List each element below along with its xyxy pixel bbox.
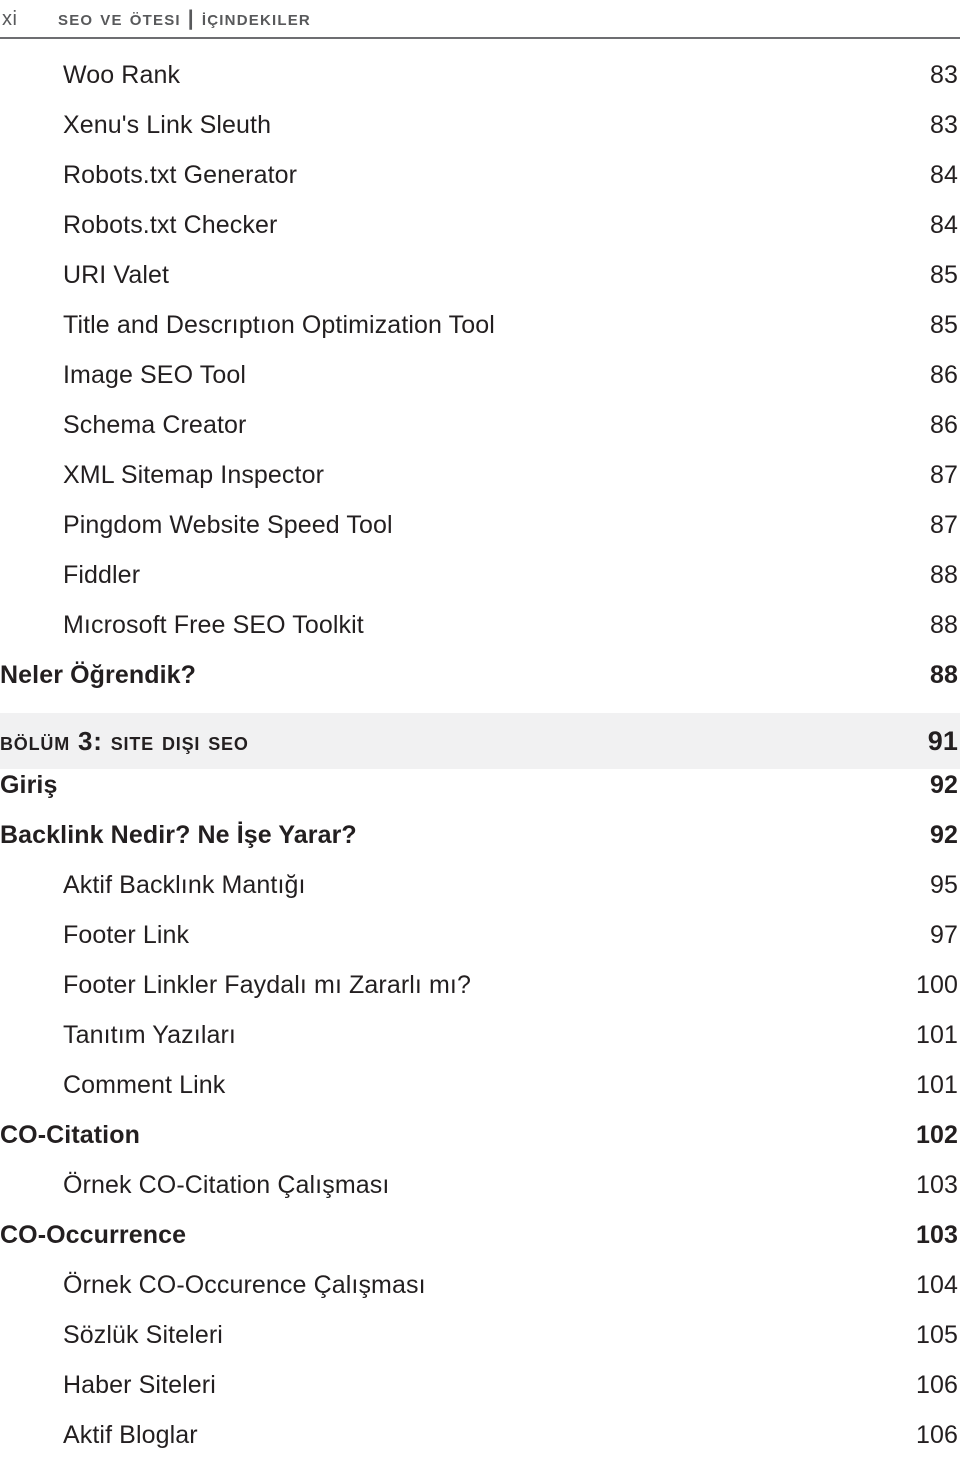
toc-entry-label: Aktif Bloglar xyxy=(63,1421,198,1449)
toc-entry-row: Örnek CO-Citation Çalışması 103 xyxy=(0,1171,960,1221)
toc-entry-page-number: 86 xyxy=(929,411,958,439)
toc-entry-label: Pingdom Website Speed Tool xyxy=(63,511,393,539)
toc-entry-row: Fiddler 88 xyxy=(0,561,960,611)
toc-entry-row: CO-Occurrence 103 xyxy=(0,1221,960,1271)
toc-entry-label: Xenu's Link Sleuth xyxy=(63,111,272,139)
toc-entry-label: Image SEO Tool xyxy=(63,361,246,389)
toc-entry-label: CO-Citation xyxy=(0,1121,140,1149)
toc-entry-label: Schema Creator xyxy=(63,411,247,439)
toc-chapter-title: Bölüm 3: Site Dışı SEO xyxy=(0,725,249,756)
header-title: SEO ve Ötesi | İçindekiler xyxy=(58,7,311,30)
toc-entry-row: Woo Rank 83 xyxy=(0,61,960,111)
toc-entry-row: Footer Linkler Faydalı mı Zararlı mı? 100 xyxy=(0,971,960,1021)
toc-entry-label: Sözlük Siteleri xyxy=(63,1321,223,1349)
toc-entry-row: Mıcrosoft Free SEO Toolkit 88 xyxy=(0,611,960,661)
running-header: xi SEO ve Ötesi | İçindekiler xyxy=(0,0,960,38)
toc-entry-label: Örnek CO-Citation Çalışması xyxy=(63,1171,390,1199)
folio-number: xi xyxy=(2,7,18,30)
toc-entry-row: Robots.txt Generator 84 xyxy=(0,161,960,211)
toc-entry-page-number: 103 xyxy=(915,1221,958,1249)
toc-entry-row: Sözlük Siteleri 105 xyxy=(0,1321,960,1371)
toc-entry-row: Image SEO Tool 86 xyxy=(0,361,960,411)
toc-chapter-row: Bölüm 3: Site Dışı SEO 91 xyxy=(0,713,960,769)
toc-entry-page-number: 97 xyxy=(929,921,958,949)
toc-entry-page-number: 104 xyxy=(915,1271,958,1299)
toc-entry-row: Footer Link 97 xyxy=(0,921,960,971)
header-divider xyxy=(0,37,960,39)
toc-entry-label: Title and Descrıptıon Optimization Tool xyxy=(63,311,495,339)
toc-entry-page-number: 95 xyxy=(929,871,958,899)
toc-entry-row: XML Sitemap Inspector 87 xyxy=(0,461,960,511)
toc-entry-page-number: 102 xyxy=(915,1121,958,1149)
toc-entry-row: Title and Descrıptıon Optimization Tool 8… xyxy=(0,311,960,361)
toc-entry-label: URI Valet xyxy=(63,261,170,289)
toc-entry-page-number: 83 xyxy=(929,111,958,139)
toc-entry-label: Footer Link xyxy=(63,921,190,949)
toc-entry-row: Pingdom Website Speed Tool 87 xyxy=(0,511,960,561)
toc-entry-page-number: 85 xyxy=(929,261,958,289)
toc-entry-page-number: 105 xyxy=(915,1321,958,1349)
toc-entry-row: Backlink Nedir? Ne İşe Yarar? 92 xyxy=(0,821,960,871)
toc-entry-label: Mıcrosoft Free SEO Toolkit xyxy=(63,611,364,639)
toc-entry-page-number: 106 xyxy=(915,1421,958,1449)
toc-entry-page-number: 106 xyxy=(915,1371,958,1399)
toc-entry-label: Haber Siteleri xyxy=(63,1371,216,1399)
toc-entry-row: Schema Creator 86 xyxy=(0,411,960,461)
toc-entry-page-number: 101 xyxy=(915,1021,958,1049)
toc-entry-label: Neler Öğrendik? xyxy=(0,661,196,689)
toc-entry-row: Xenu's Link Sleuth 83 xyxy=(0,111,960,161)
toc-entry-page-number: 88 xyxy=(929,561,958,589)
toc-entry-page-number: 84 xyxy=(929,211,958,239)
toc-entry-label: Footer Linkler Faydalı mı Zararlı mı? xyxy=(63,971,471,999)
toc-entry-page-number: 88 xyxy=(929,611,958,639)
toc-entry-row: Haber Siteleri 106 xyxy=(0,1371,960,1421)
toc-entry-row: Tanıtım Yazıları 101 xyxy=(0,1021,960,1071)
toc-entry-label: Backlink Nedir? Ne İşe Yarar? xyxy=(0,821,357,849)
toc-entry-label: Robots.txt Checker xyxy=(63,211,278,239)
toc-entry-row: Robots.txt Checker 84 xyxy=(0,211,960,261)
toc-entry-label: Aktif Backlınk Mantığı xyxy=(63,871,306,899)
toc-entry-page-number: 92 xyxy=(929,821,958,849)
toc-entry-row: Comment Link 101 xyxy=(0,1071,960,1121)
toc-entry-label: Robots.txt Generator xyxy=(63,161,298,189)
toc-entry-page-number: 103 xyxy=(915,1171,958,1199)
toc-entry-page-number: 101 xyxy=(915,1071,958,1099)
toc-entry-row: Neler Öğrendik? 88 xyxy=(0,661,960,711)
toc-entry-page-number: 83 xyxy=(929,61,958,89)
toc-chapter-page-number: 91 xyxy=(927,725,958,756)
toc-entry-label: Comment Link xyxy=(63,1071,226,1099)
toc-entry-row: CO-Citation 102 xyxy=(0,1121,960,1171)
table-of-contents: Woo Rank 83 Xenu's Link Sleuth 83 Robots.txt… xyxy=(0,61,960,1471)
toc-entry-label: XML Sitemap Inspector xyxy=(63,461,325,489)
toc-entry-page-number: 86 xyxy=(929,361,958,389)
toc-entry-row: Aktif Bloglar 106 xyxy=(0,1421,960,1471)
toc-entry-page-number: 87 xyxy=(929,511,958,539)
toc-entry-page-number: 88 xyxy=(929,661,958,689)
toc-entry-page-number: 84 xyxy=(929,161,958,189)
toc-entry-label: Örnek CO-Occurence Çalışması xyxy=(63,1271,426,1299)
toc-entry-row: Örnek CO-Occurence Çalışması 104 xyxy=(0,1271,960,1321)
toc-entry-page-number: 87 xyxy=(929,461,958,489)
toc-entry-row: Giriş 92 xyxy=(0,771,960,821)
toc-entry-page-number: 92 xyxy=(929,771,958,799)
toc-entry-page-number: 85 xyxy=(929,311,958,339)
toc-entry-page-number: 100 xyxy=(915,971,958,999)
toc-entry-label: Tanıtım Yazıları xyxy=(63,1021,236,1049)
toc-entry-row: Aktif Backlınk Mantığı 95 xyxy=(0,871,960,921)
toc-entry-label: Giriş xyxy=(0,771,58,799)
toc-entry-label: Fiddler xyxy=(63,561,141,589)
toc-entry-row: URI Valet 85 xyxy=(0,261,960,311)
toc-entry-label: Woo Rank xyxy=(63,61,181,89)
toc-entry-label: CO-Occurrence xyxy=(0,1221,187,1249)
